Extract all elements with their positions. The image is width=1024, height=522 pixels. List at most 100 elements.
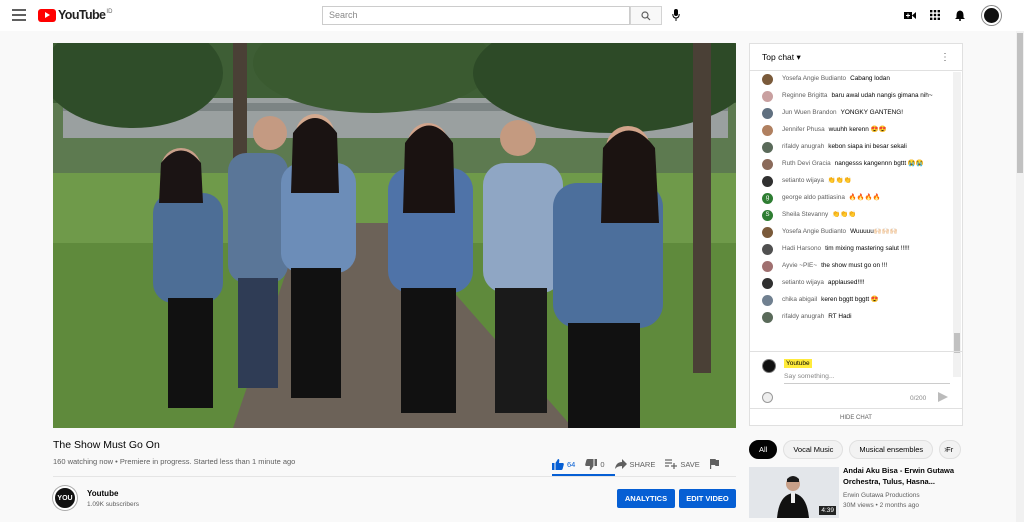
video-actions: 64 0 SHARE SAVE bbox=[552, 456, 729, 472]
chat-author-name: rifaldy anugrah bbox=[782, 143, 825, 150]
filter-chip[interactable]: Vocal Music bbox=[783, 440, 844, 459]
hamburger-menu-icon[interactable] bbox=[12, 9, 26, 21]
chat-author-avatar bbox=[762, 108, 773, 119]
chat-message[interactable]: chika abigail keren bggtt bggtt 😍 bbox=[750, 293, 955, 310]
chat-message-text: 🔥🔥🔥🔥 bbox=[848, 194, 881, 201]
chat-message-text: wuuhh kerenn 😍😍 bbox=[828, 126, 887, 133]
chat-message[interactable]: setianto wijaya applaused!!!! bbox=[750, 276, 955, 293]
edit-video-button[interactable]: EDIT VIDEO bbox=[679, 489, 736, 508]
chat-author-avatar bbox=[762, 244, 773, 255]
chat-messages-list[interactable]: Yosefa Angie Budianto Cabang lodan Reginne… bbox=[750, 72, 955, 377]
chat-author-avatar: S bbox=[762, 210, 773, 221]
chat-mode-dropdown[interactable]: Top chat ▾ bbox=[762, 52, 801, 63]
chat-scrollbar-thumb[interactable] bbox=[954, 333, 960, 353]
chat-message-content: Jennifer Phusa wuuhh kerenn 😍😍 bbox=[782, 125, 943, 134]
chat-message[interactable]: Yosefa Angie Budianto Cabang lodan bbox=[750, 72, 955, 89]
top-bar: YouTube ID Search bbox=[0, 0, 1024, 31]
create-video-icon[interactable] bbox=[903, 8, 917, 22]
chat-message-content: Ruth Devi Gracia nangesss kangennn bgttt … bbox=[782, 159, 943, 168]
chat-message[interactable]: Ruth Devi Gracia nangesss kangennn bgttt … bbox=[750, 157, 955, 174]
char-count: 0/200 bbox=[910, 395, 927, 402]
youtube-logo[interactable]: YouTube ID bbox=[38, 8, 112, 22]
thumbs-down-icon bbox=[585, 458, 598, 470]
chat-author-avatar bbox=[762, 159, 773, 170]
chat-author-avatar bbox=[762, 176, 773, 187]
apps-grid-icon[interactable] bbox=[928, 8, 942, 22]
chat-message-content: Hadi Harsono tim mixing mastering salut !… bbox=[782, 244, 943, 253]
more-options-icon[interactable]: ⋮ bbox=[940, 52, 950, 63]
chat-message[interactable]: setianto wijaya 👏👏👏 bbox=[750, 174, 955, 191]
video-duration: 4:39 bbox=[819, 506, 836, 515]
chat-mode-label: Top chat bbox=[762, 51, 795, 62]
chat-message[interactable]: Ayvie ~PIE~ the show must go on !!! bbox=[750, 259, 955, 276]
like-button[interactable]: 64 bbox=[552, 458, 576, 470]
chat-author-name: Ruth Devi Gracia bbox=[782, 160, 831, 167]
chat-author-name: chika abigail bbox=[782, 296, 818, 303]
chat-message[interactable]: rifaldy anugrah RT Hadi bbox=[750, 310, 955, 327]
search-icon bbox=[641, 10, 651, 20]
hide-chat-button[interactable]: HIDE CHAT bbox=[750, 408, 962, 426]
chat-message-text: baru awal udah nangis gimana nih~ bbox=[831, 92, 933, 99]
page-scrollbar[interactable] bbox=[1016, 31, 1024, 522]
save-button[interactable]: SAVE bbox=[665, 459, 700, 469]
filter-chip[interactable]: Fr bbox=[939, 440, 962, 459]
chat-input-area: Youtube Say something... 0/200 bbox=[750, 351, 962, 408]
chat-message-content: Yosefa Angie Budianto Wuuuuu🙌🏻🙌🏻🙌🏻 bbox=[782, 227, 943, 236]
chat-message-content: george aldo pattiasina 🔥🔥🔥🔥 bbox=[782, 193, 943, 202]
channel-name[interactable]: Youtube bbox=[87, 489, 118, 498]
chat-message-content: setianto wijaya 👏👏👏 bbox=[782, 176, 943, 185]
analytics-button[interactable]: ANALYTICS bbox=[617, 489, 675, 508]
chat-message[interactable]: Jun Wuen Brandon YONGKY GANTENG! bbox=[750, 106, 955, 123]
channel-subscribers: 1.09K subscribers bbox=[87, 501, 140, 508]
video-title: The Show Must Go On bbox=[53, 439, 160, 451]
chat-message-input[interactable]: Say something... bbox=[784, 373, 950, 384]
playlist-add-icon bbox=[665, 459, 678, 469]
channel-avatar[interactable]: YOU bbox=[53, 486, 77, 510]
dislike-button[interactable]: 0 bbox=[585, 458, 605, 470]
page-scrollbar-thumb[interactable] bbox=[1017, 33, 1023, 173]
microphone-icon[interactable] bbox=[670, 8, 682, 22]
chat-message[interactable]: rifaldy anugrah kebon siapa ini besar sek… bbox=[750, 140, 955, 157]
chat-author-avatar bbox=[762, 74, 773, 85]
chat-message-content: rifaldy anugrah kebon siapa ini besar sek… bbox=[782, 142, 943, 151]
recommended-thumbnail[interactable]: 4:39 bbox=[749, 467, 839, 518]
dislike-count: 0 bbox=[600, 459, 605, 469]
chat-message[interactable]: g george aldo pattiasina 🔥🔥🔥🔥 bbox=[750, 191, 955, 208]
account-avatar[interactable] bbox=[982, 6, 1001, 25]
chat-author-avatar bbox=[762, 295, 773, 306]
chat-message[interactable]: S Sheila Stevanny 👏👏👏 bbox=[750, 208, 955, 225]
filter-chip[interactable]: Musical ensembles bbox=[849, 440, 934, 459]
chat-author-name: setianto wijaya bbox=[782, 279, 824, 286]
caret-down-icon: ▾ bbox=[796, 51, 801, 62]
emoji-icon[interactable] bbox=[762, 392, 773, 403]
chat-author-name: Reginne Brigitta bbox=[782, 92, 828, 99]
chat-message-text: RT Hadi bbox=[828, 313, 852, 320]
filter-chip[interactable]: All bbox=[749, 440, 778, 459]
chat-author-avatar bbox=[762, 227, 773, 238]
video-player[interactable] bbox=[53, 43, 736, 428]
notifications-bell-icon[interactable] bbox=[953, 8, 967, 22]
search-button[interactable] bbox=[630, 6, 662, 25]
chat-message[interactable]: Hadi Harsono tim mixing mastering salut !… bbox=[750, 242, 955, 259]
recommended-channel[interactable]: Erwin Gutawa Productions bbox=[843, 492, 920, 499]
chat-scrollbar[interactable] bbox=[953, 72, 961, 377]
chat-author-avatar: g bbox=[762, 193, 773, 204]
chat-message-content: rifaldy anugrah RT Hadi bbox=[782, 312, 943, 321]
like-count: 64 bbox=[567, 459, 576, 469]
chat-author-name: Jennifer Phusa bbox=[782, 126, 825, 133]
recommended-title[interactable]: Andai Aku Bisa - Erwin Gutawa Orchestra,… bbox=[843, 466, 955, 487]
chat-message[interactable]: Reginne Brigitta baru awal udah nangis gi… bbox=[750, 89, 955, 106]
chevron-right-icon[interactable]: › bbox=[944, 444, 947, 454]
share-button[interactable]: SHARE bbox=[614, 459, 655, 469]
chat-user-name: Youtube bbox=[784, 359, 812, 368]
chat-message[interactable]: Yosefa Angie Budianto Wuuuuu🙌🏻🙌🏻🙌🏻 bbox=[750, 225, 955, 242]
chat-user-avatar bbox=[762, 359, 776, 373]
chat-author-avatar bbox=[762, 312, 773, 323]
search-input[interactable]: Search bbox=[322, 6, 630, 25]
chat-message[interactable]: Jennifer Phusa wuuhh kerenn 😍😍 bbox=[750, 123, 955, 140]
report-button[interactable] bbox=[709, 459, 719, 469]
chat-author-name: Ayvie ~PIE~ bbox=[782, 262, 818, 269]
chat-message-text: Wuuuuu🙌🏻🙌🏻🙌🏻 bbox=[850, 228, 898, 235]
send-icon[interactable] bbox=[938, 392, 948, 402]
chat-message-text: applaused!!!! bbox=[827, 279, 865, 286]
